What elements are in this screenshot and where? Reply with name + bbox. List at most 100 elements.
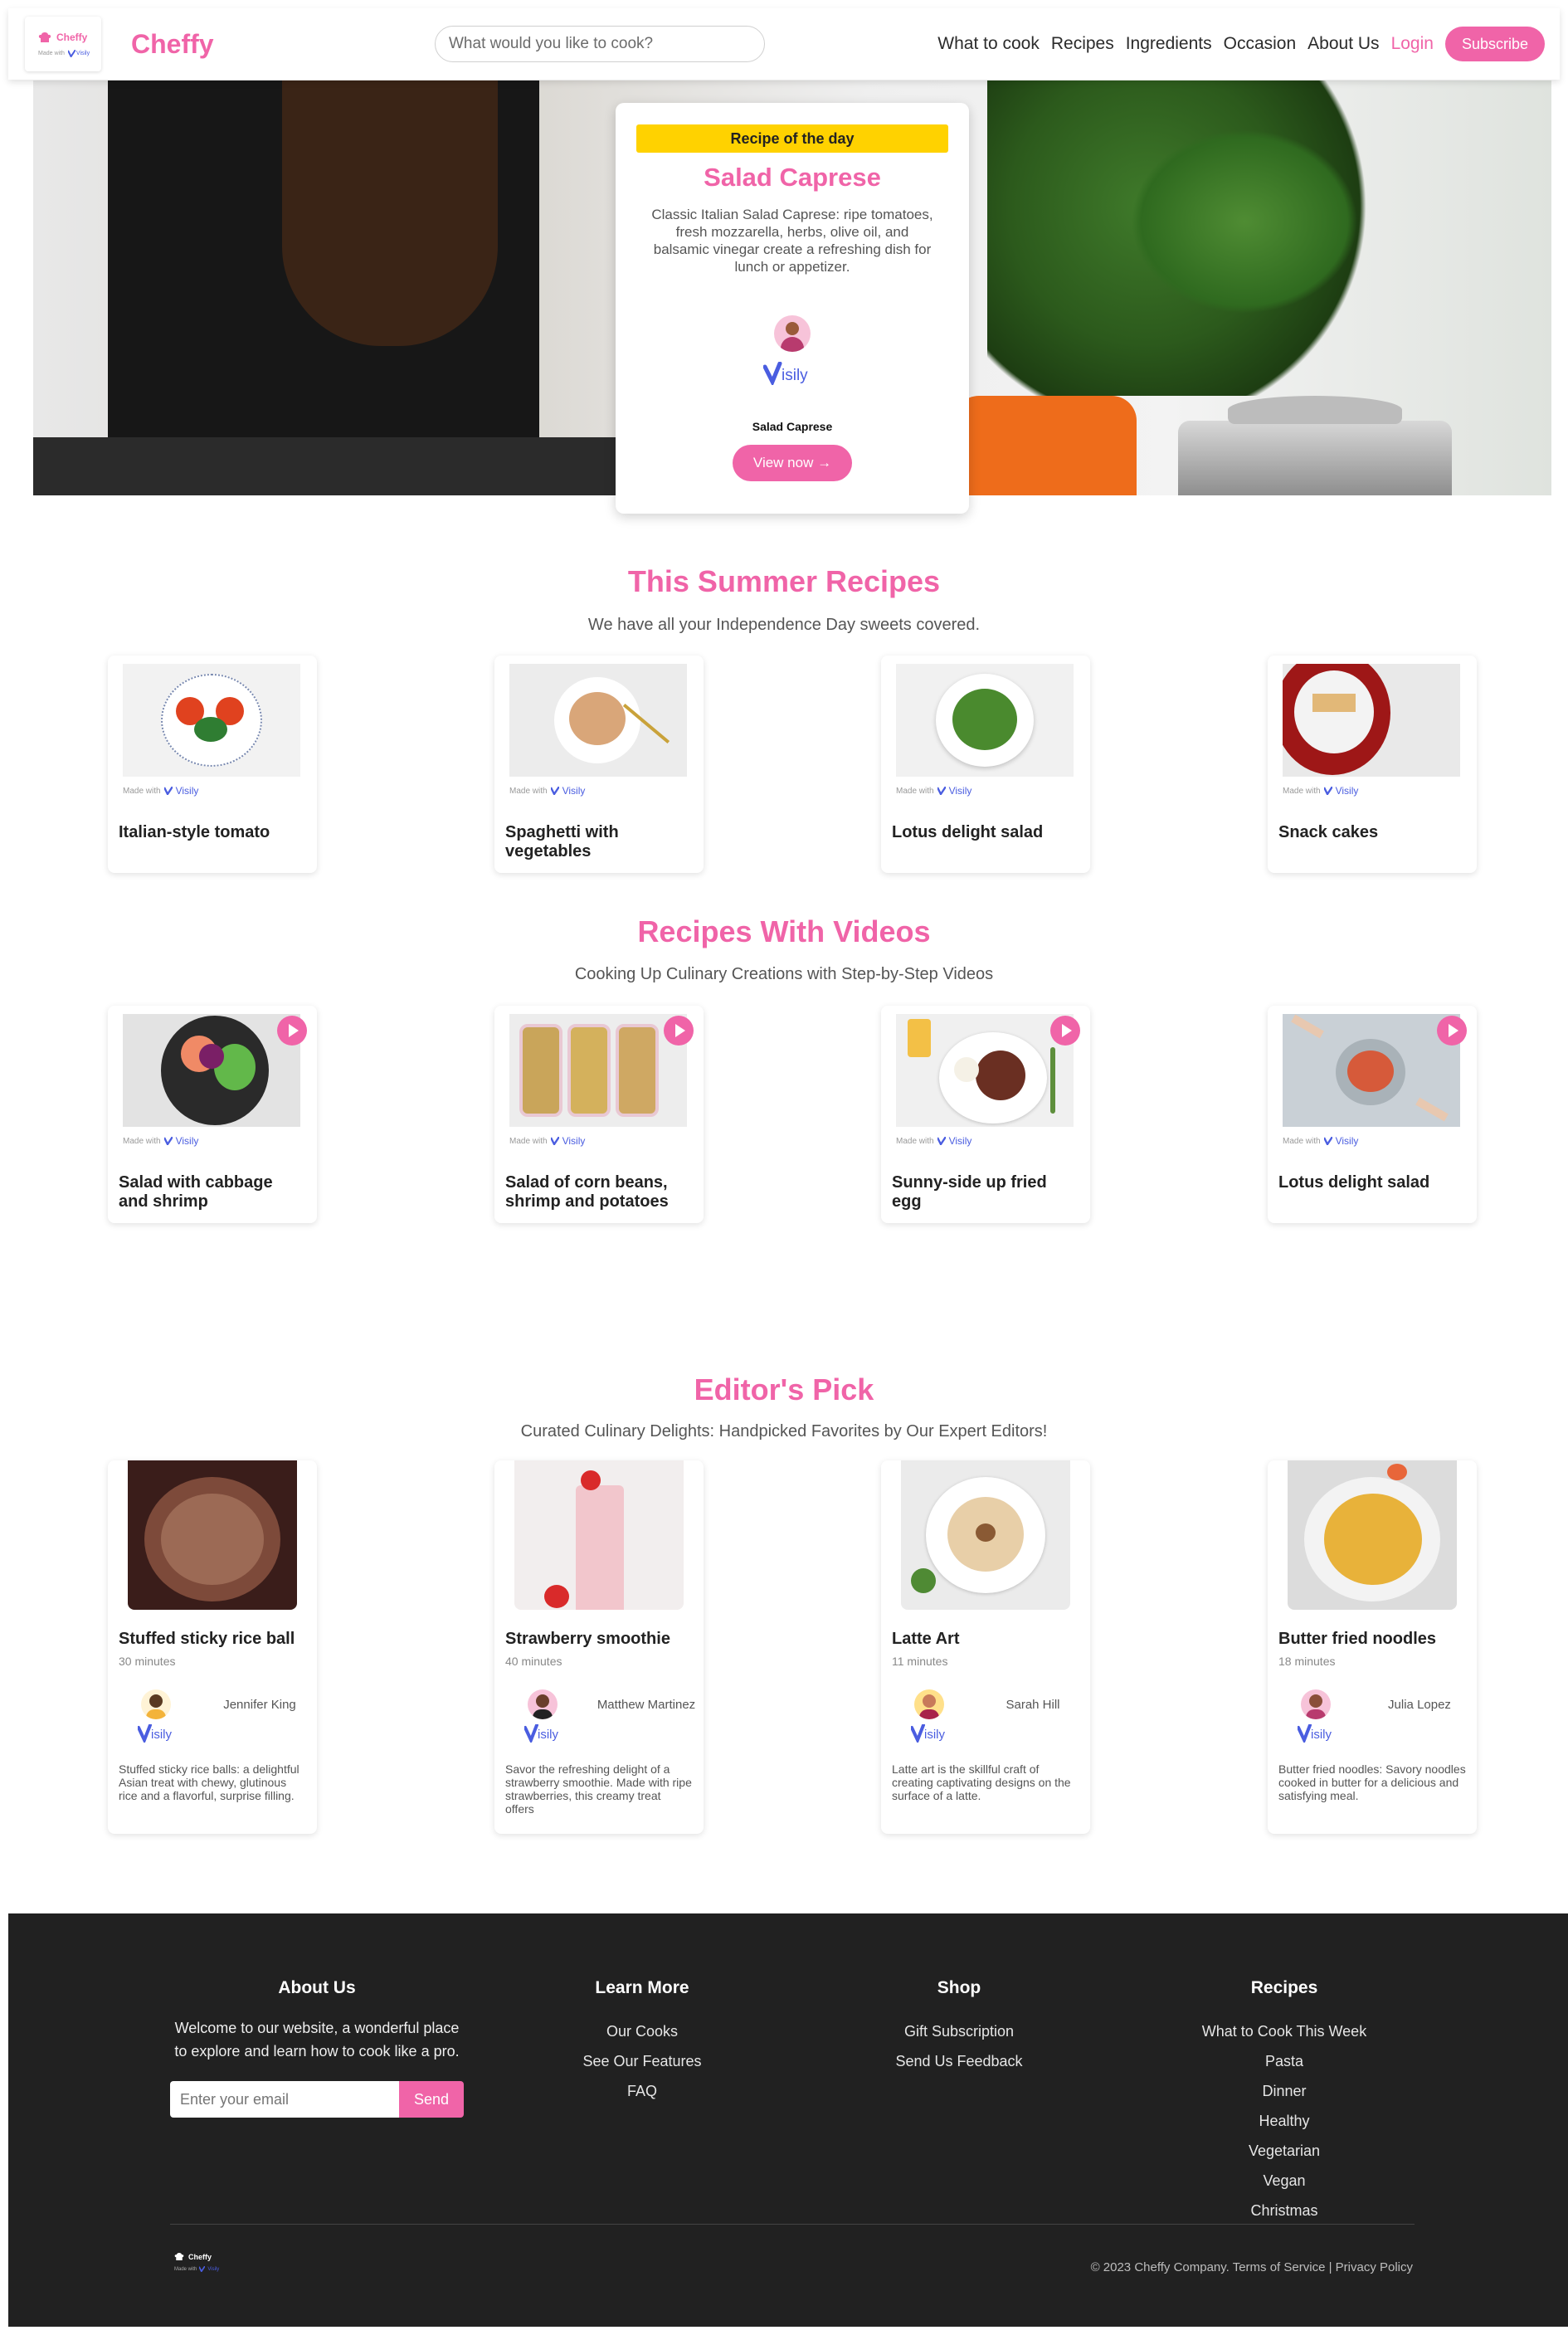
footer-link-our-cooks[interactable]: Our Cooks — [543, 2016, 742, 2046]
author-avatar — [141, 1689, 171, 1719]
nav-what-to-cook[interactable]: What to cook — [937, 34, 1040, 54]
recipe-title: Lotus delight salad — [892, 823, 1044, 841]
made-with-label: Made with — [38, 50, 65, 56]
visily-logo: isily — [616, 362, 969, 385]
nav-ingredients[interactable]: Ingredients — [1126, 34, 1212, 54]
footer-link-faq[interactable]: FAQ — [543, 2076, 742, 2106]
cook-time: 18 minutes — [1278, 1655, 1336, 1668]
made-with-visily: Made with Visily — [123, 785, 199, 797]
visily-v-icon — [67, 49, 75, 57]
chef-hat-icon — [38, 32, 51, 42]
recipe-of-the-day-card: Recipe of the day Salad Caprese Classic … — [616, 103, 969, 514]
recipe-thumbnail — [1288, 1460, 1457, 1610]
footer-link-vegetarian[interactable]: Vegetarian — [1160, 2136, 1409, 2166]
send-button[interactable]: Send — [399, 2081, 464, 2118]
hero-recipe-description: Classic Italian Salad Caprese: ripe toma… — [651, 207, 933, 275]
hero-plant-leaves — [1112, 114, 1377, 329]
hero-counter — [33, 437, 647, 495]
made-with-visily: Made with Visily — [896, 1135, 972, 1147]
video-recipe-card[interactable]: Made with Visily Sunny-side up fried egg — [881, 1006, 1090, 1223]
hero-hair — [282, 80, 498, 346]
play-video-icon[interactable] — [1437, 1016, 1467, 1046]
hero-recipe-title: Salad Caprese — [704, 163, 881, 192]
hero-steel-pot-lid — [1228, 396, 1402, 424]
login-link[interactable]: Login — [1391, 34, 1434, 54]
made-with-label: Made with — [174, 2266, 197, 2272]
author-avatar — [914, 1689, 944, 1719]
video-recipe-card[interactable]: Made with Visily Salad with cabbage and s… — [108, 1006, 317, 1223]
svg-text:isily: isily — [924, 1728, 945, 1742]
recipe-thumbnail — [509, 1014, 687, 1127]
editor-pick-card[interactable]: Strawberry smoothie 40 minutes Matthew M… — [494, 1460, 704, 1834]
footer-link-vegan[interactable]: Vegan — [1160, 2166, 1409, 2196]
play-video-icon[interactable] — [664, 1016, 694, 1046]
visily-v-icon — [163, 1137, 173, 1145]
visily-v-icon — [163, 787, 173, 795]
footer-logo[interactable]: Cheffy Made with Visily — [174, 2252, 219, 2272]
top-header: Cheffy Made with Visily Cheffy What to c… — [8, 8, 1560, 80]
visily-logo-icon: isily — [910, 1723, 945, 1745]
email-input[interactable] — [170, 2081, 399, 2118]
visily-logo: isily — [1297, 1723, 1344, 1747]
recipe-card[interactable]: Made with Visily Snack cakes — [1268, 656, 1477, 873]
recipe-description: Stuffed sticky rice balls: a delightful … — [119, 1762, 299, 1802]
brand-title[interactable]: Cheffy — [131, 29, 214, 60]
recipe-title: Sunny-side up fried egg — [892, 1173, 1047, 1211]
recipe-thumbnail — [1283, 1014, 1460, 1127]
footer-link-healthy[interactable]: Healthy — [1160, 2106, 1409, 2136]
visily-logo-icon: isily — [523, 1723, 558, 1745]
videos-section-subtitle: Cooking Up Culinary Creations with Step-… — [574, 965, 994, 983]
newsletter-form: Send — [170, 2081, 464, 2118]
visily-v-icon — [937, 787, 946, 795]
editor-pick-card[interactable]: Stuffed sticky rice ball 30 minutes Jenn… — [108, 1460, 317, 1834]
recipe-card[interactable]: Made with Visily Lotus delight salad — [881, 656, 1090, 873]
recipe-thumbnail — [1283, 664, 1460, 777]
search-input[interactable] — [435, 26, 765, 62]
recipe-card[interactable]: Made with Visily Spaghetti with vegetable… — [494, 656, 704, 873]
nav-about-us[interactable]: About Us — [1307, 34, 1379, 54]
footer-link-christmas[interactable]: Christmas — [1160, 2196, 1409, 2225]
nav-occasion[interactable]: Occasion — [1224, 34, 1297, 54]
cook-time: 40 minutes — [505, 1655, 562, 1668]
footer-link-dinner[interactable]: Dinner — [1160, 2076, 1409, 2106]
footer-link-what-to-cook[interactable]: What to Cook This Week — [1160, 2016, 1409, 2046]
footer-link-pasta[interactable]: Pasta — [1160, 2046, 1409, 2076]
footer-shop: Shop Gift Subscription Send Us Feedback — [859, 1978, 1059, 2076]
recipe-description: Latte art is the skillful craft of creat… — [892, 1762, 1071, 1802]
nav-recipes[interactable]: Recipes — [1051, 34, 1114, 54]
footer-learn-more: Learn More Our Cooks See Our Features FA… — [543, 1978, 742, 2106]
visily-v-icon — [550, 1137, 559, 1145]
footer-logo-name: Cheffy — [188, 2252, 212, 2261]
made-with-visily: Made with Visily — [896, 785, 972, 797]
svg-text:isily: isily — [782, 367, 808, 384]
video-recipe-card[interactable]: Made with Visily Salad of corn beans, shr… — [494, 1006, 704, 1223]
visily-logo: isily — [910, 1723, 957, 1747]
footer-learn-title: Learn More — [595, 1978, 689, 1997]
editors-section-subtitle: Curated Culinary Delights: Handpicked Fa… — [520, 1422, 1048, 1440]
footer-about: About Us Welcome to our website, a wonde… — [170, 1978, 464, 2118]
footer-link-features[interactable]: See Our Features — [543, 2046, 742, 2076]
footer-link-feedback[interactable]: Send Us Feedback — [859, 2046, 1059, 2076]
made-with-visily: Made with Visily — [123, 1135, 199, 1147]
recipe-card[interactable]: Made with Visily Italian-style tomato — [108, 656, 317, 873]
play-video-icon[interactable] — [277, 1016, 307, 1046]
recipe-title: Lotus delight salad — [1278, 1173, 1430, 1192]
made-with-visily: Made with Visily — [509, 1135, 586, 1147]
subscribe-button[interactable]: Subscribe — [1444, 27, 1545, 61]
editor-pick-card[interactable]: Latte Art 11 minutes Sarah Hill isily La… — [881, 1460, 1090, 1834]
play-video-icon[interactable] — [1050, 1016, 1080, 1046]
recipe-of-the-day-badge: Recipe of the day — [636, 124, 948, 153]
video-recipe-card[interactable]: Made with Visily Lotus delight salad — [1268, 1006, 1477, 1223]
recipe-thumbnail — [896, 1014, 1074, 1127]
recipe-title: Stuffed sticky rice ball — [119, 1630, 295, 1648]
recipe-thumbnail — [514, 1460, 684, 1610]
site-logo[interactable]: Cheffy Made with Visily — [25, 17, 101, 71]
hero-recipe-name: Salad Caprese — [752, 420, 833, 433]
visily-logo: Visily — [67, 49, 90, 57]
visily-v-icon — [199, 2266, 206, 2272]
footer-shop-title: Shop — [937, 1978, 981, 1997]
editor-pick-card[interactable]: Butter fried noodles 18 minutes Julia Lo… — [1268, 1460, 1477, 1834]
view-now-button[interactable]: View now → — [733, 445, 852, 481]
footer-link-gift-subscription[interactable]: Gift Subscription — [859, 2016, 1059, 2046]
summer-section-title: This Summer Recipes — [627, 564, 941, 598]
